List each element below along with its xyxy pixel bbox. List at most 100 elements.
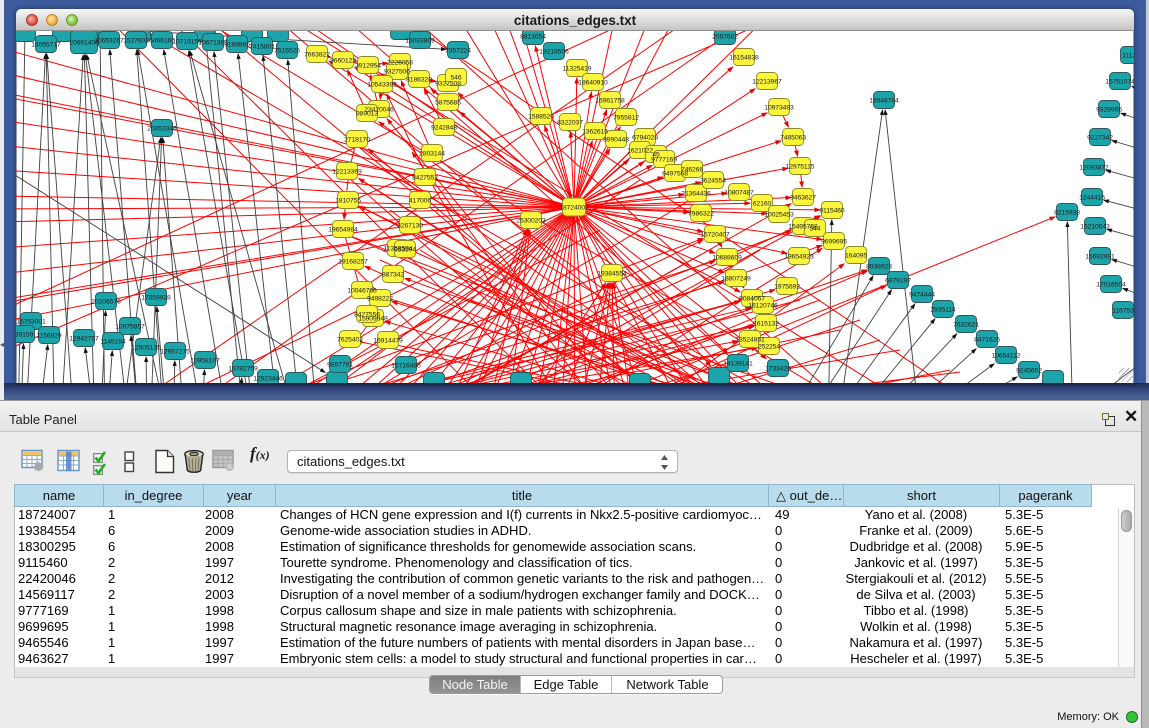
svg-text:16154838: 16154838 <box>729 55 759 62</box>
svg-text:16914479: 16914479 <box>373 338 403 345</box>
svg-text:7357224: 7357224 <box>445 48 471 55</box>
svg-text:13524851: 13524851 <box>735 337 765 344</box>
svg-text:9242848: 9242848 <box>431 125 457 132</box>
svg-text:17957275: 17957275 <box>160 349 190 356</box>
svg-text:8427552: 8427552 <box>412 175 438 182</box>
svg-text:3912954: 3912954 <box>355 63 381 70</box>
svg-text:1527602: 1527602 <box>123 38 149 45</box>
svg-text:1810755: 1810755 <box>335 198 361 205</box>
svg-text:116753: 116753 <box>1112 308 1134 315</box>
svg-text:9115460: 9115460 <box>819 208 845 215</box>
svg-text:5875685: 5875685 <box>435 100 461 107</box>
svg-text:546: 546 <box>450 75 461 82</box>
svg-text:10046766: 10046766 <box>347 288 377 295</box>
svg-text:7625402: 7625402 <box>337 337 363 344</box>
svg-text:989013: 989013 <box>356 111 378 118</box>
svg-text:9245652: 9245652 <box>1016 368 1042 375</box>
svg-text:15692991: 15692991 <box>1085 254 1115 261</box>
svg-text:16648784: 16648784 <box>869 98 899 105</box>
svg-text:7663822: 7663822 <box>304 52 330 59</box>
svg-text:10025453: 10025453 <box>764 212 794 219</box>
svg-text:1156829: 1156829 <box>36 333 62 340</box>
svg-text:8813054: 8813054 <box>520 34 546 41</box>
svg-text:7955812: 7955812 <box>613 115 639 122</box>
svg-text:16210643: 16210643 <box>1080 224 1110 231</box>
svg-text:544: 544 <box>809 226 820 233</box>
svg-text:15716485: 15716485 <box>391 363 421 370</box>
svg-text:12942757: 12942757 <box>69 336 99 343</box>
svg-text:10975857: 10975857 <box>115 324 145 331</box>
svg-text:7485063: 7485063 <box>780 135 806 142</box>
svg-text:2803144: 2803144 <box>419 151 445 158</box>
svg-text:8938923: 8938923 <box>866 264 892 271</box>
svg-text:9498222: 9498222 <box>367 296 393 303</box>
svg-text:1975692: 1975692 <box>774 284 800 291</box>
svg-text:14139141: 14139141 <box>723 361 753 368</box>
svg-text:19218506: 19218506 <box>539 49 569 56</box>
svg-text:3267130: 3267130 <box>397 223 423 230</box>
svg-text:12213369: 12213369 <box>332 169 362 176</box>
svg-text:7415801: 7415801 <box>249 44 275 51</box>
svg-text:9327508: 9327508 <box>435 81 461 88</box>
svg-text:19654984: 19654984 <box>328 227 358 234</box>
svg-text:16753001: 16753001 <box>16 319 46 326</box>
svg-text:8427556: 8427556 <box>354 312 380 319</box>
svg-text:8471626: 8471626 <box>974 337 1000 344</box>
svg-text:39159: 39159 <box>16 332 34 339</box>
svg-text:7632621: 7632621 <box>953 322 979 329</box>
svg-text:6794028: 6794028 <box>632 135 658 142</box>
svg-text:10654112: 10654112 <box>992 353 1021 360</box>
svg-text:19654923: 19654923 <box>784 254 814 261</box>
svg-text:9329966: 9329966 <box>1096 107 1122 114</box>
svg-text:1362615: 1362615 <box>582 129 608 136</box>
svg-text:417006: 417006 <box>409 198 431 205</box>
svg-text:1145194: 1145194 <box>100 339 126 346</box>
svg-text:1733426: 1733426 <box>765 366 791 373</box>
svg-text:10973493: 10973493 <box>764 105 794 112</box>
svg-text:9474444: 9474444 <box>909 292 935 299</box>
svg-text:10653267: 10653267 <box>94 38 124 45</box>
svg-text:1621022: 1621022 <box>627 148 653 155</box>
svg-text:62160: 62160 <box>753 201 772 208</box>
svg-text:9463627: 9463627 <box>790 195 816 202</box>
svg-text:10543392: 10543392 <box>367 82 397 89</box>
svg-text:9227342: 9227342 <box>1087 135 1113 142</box>
svg-text:164095: 164095 <box>845 253 867 260</box>
svg-text:9327506: 9327506 <box>384 69 410 76</box>
svg-text:8322037: 8322037 <box>557 120 583 127</box>
svg-text:16033809: 16033809 <box>405 38 435 45</box>
svg-text:8186328: 8186328 <box>406 77 432 84</box>
svg-text:17859928: 17859928 <box>141 295 171 302</box>
svg-text:1615132: 1615132 <box>753 321 779 328</box>
svg-text:9777169: 9777169 <box>651 157 677 164</box>
svg-text:19384554: 19384554 <box>597 271 627 278</box>
svg-text:15751074: 15751074 <box>1105 79 1134 86</box>
svg-text:14055717: 14055717 <box>31 42 61 49</box>
svg-text:25300203: 25300203 <box>516 218 546 225</box>
svg-text:10958107: 10958107 <box>190 358 220 365</box>
svg-text:252254: 252254 <box>758 344 780 351</box>
svg-text:16782759: 16782759 <box>228 366 258 373</box>
svg-text:9660123: 9660123 <box>330 58 356 65</box>
svg-text:12505135: 12505135 <box>131 345 161 352</box>
svg-text:6879197: 6879197 <box>885 278 911 285</box>
svg-text:21364436: 21364436 <box>681 191 711 198</box>
svg-text:12975115: 12975115 <box>786 164 815 171</box>
svg-text:7986322: 7986322 <box>688 211 714 218</box>
svg-text:12923446: 12923446 <box>253 376 283 383</box>
svg-text:16961758: 16961758 <box>595 98 625 105</box>
svg-text:746266: 746266 <box>681 167 703 174</box>
svg-text:20053346: 20053346 <box>147 126 177 133</box>
svg-text:15720407: 15720407 <box>700 232 730 239</box>
svg-text:8990448: 8990448 <box>603 137 629 144</box>
svg-text:18807249: 18807249 <box>721 276 751 283</box>
svg-text:2718170: 2718170 <box>344 137 370 144</box>
svg-text:2087682: 2087682 <box>712 34 738 41</box>
svg-text:12213967: 12213967 <box>752 79 782 86</box>
svg-text:10807487: 10807487 <box>724 190 754 197</box>
svg-text:11124: 11124 <box>1122 53 1134 60</box>
svg-text:10688609: 10688609 <box>712 255 742 262</box>
svg-text:9699695: 9699695 <box>821 239 847 246</box>
svg-text:12093872: 12093872 <box>1079 165 1109 172</box>
svg-text:17016504: 17016504 <box>1096 282 1126 289</box>
